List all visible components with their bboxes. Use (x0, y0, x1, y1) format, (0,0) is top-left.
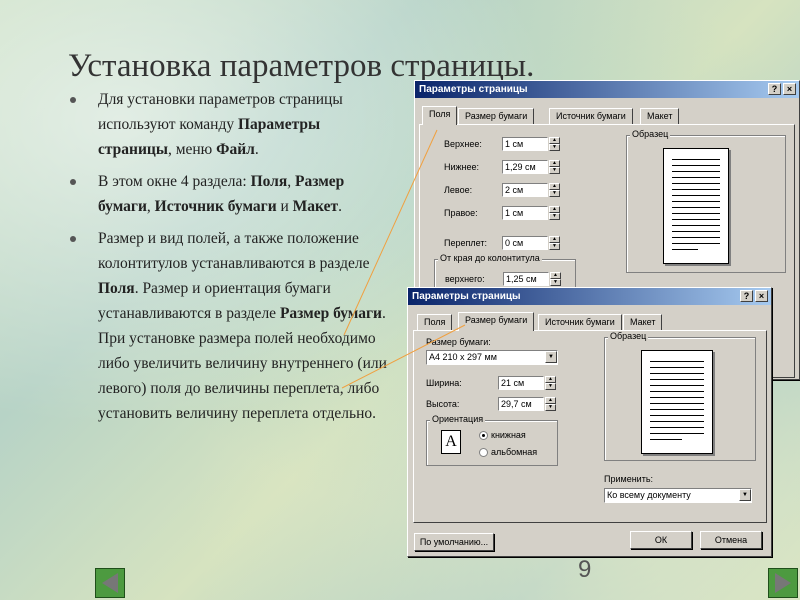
arrow-right-icon (775, 573, 791, 593)
height-label: Высота: (426, 399, 460, 409)
left-margin-spinner[interactable]: ▲ ▼ (549, 183, 560, 197)
header-distance-field[interactable]: 1,25 см (503, 272, 549, 286)
bullet-item: В этом окне 4 раздела: Поля, Размер бума… (70, 169, 388, 219)
left-margin-label: Левое: (444, 185, 473, 195)
dialog-title-bar: Параметры страницы ? × (408, 288, 771, 305)
orientation-a-icon: A (441, 430, 461, 454)
apply-label: Применить: (604, 474, 654, 484)
bullet-dot (70, 179, 76, 185)
width-spinner[interactable]: ▲ ▼ (545, 376, 556, 390)
tab-margins[interactable]: Поля (422, 106, 458, 125)
tab-paper-source[interactable]: Источник бумаги (549, 108, 633, 124)
help-button[interactable]: ? (740, 290, 753, 302)
paper-size-label: Размер бумаги: (426, 337, 491, 347)
bullet-dot (70, 97, 76, 103)
header-distance-group-label: От края до колонтитула (438, 253, 542, 263)
height-spinner[interactable]: ▲ ▼ (545, 397, 556, 411)
tab-paper-size[interactable]: Размер бумаги (458, 108, 535, 124)
width-label: Ширина: (426, 378, 462, 388)
bullet-text: В этом окне 4 раздела: Поля, Размер бума… (98, 173, 345, 215)
top-margin-field[interactable]: 1 см (502, 137, 548, 151)
gutter-field[interactable]: 0 см (502, 236, 548, 250)
help-button[interactable]: ? (768, 83, 781, 95)
dialog-title: Параметры страницы (419, 84, 528, 95)
bottom-margin-field[interactable]: 1,29 см (502, 160, 548, 174)
landscape-radio[interactable] (479, 448, 488, 457)
next-slide-button[interactable] (768, 568, 798, 598)
preview-label: Образец (608, 331, 649, 341)
prev-slide-button[interactable] (95, 568, 125, 598)
orientation-group-label: Ориентация (430, 414, 486, 424)
tab-margins[interactable]: Поля (417, 314, 453, 330)
orientation-group: Ориентация A книжная альбомная (426, 414, 558, 466)
right-margin-label: Правое: (444, 208, 478, 218)
header-distance-label: верхнего: (445, 274, 485, 284)
portrait-label: книжная (491, 430, 526, 440)
close-button[interactable]: × (755, 290, 768, 302)
preview-group: Образец (604, 331, 756, 461)
right-margin-field[interactable]: 1 см (502, 206, 548, 220)
tab-layout[interactable]: Макет (640, 108, 680, 124)
bottom-margin-label: Нижнее: (444, 162, 480, 172)
bullet-text: Для установки параметров страницы исполь… (98, 91, 343, 158)
bullet-list: Для установки параметров страницы исполь… (70, 87, 388, 433)
paper-size-combo[interactable]: A4 210 x 297 мм (426, 350, 558, 365)
bullet-dot (70, 236, 76, 242)
top-margin-label: Верхнее: (444, 139, 482, 149)
default-button[interactable]: По умолчанию... (414, 533, 494, 551)
left-margin-field[interactable]: 2 см (502, 183, 548, 197)
apply-dropdown-icon[interactable]: ▼ (739, 489, 751, 501)
apply-combo[interactable]: Ко всему документу (604, 488, 752, 503)
bottom-margin-spinner[interactable]: ▲ ▼ (549, 160, 560, 174)
header-distance-spinner[interactable]: ▲ ▼ (550, 272, 561, 286)
dialog-title: Параметры страницы (412, 291, 521, 302)
right-margin-spinner[interactable]: ▲ ▼ (549, 206, 560, 220)
tab-paper-source[interactable]: Источник бумаги (538, 314, 622, 330)
cancel-button[interactable]: Отмена (700, 531, 762, 549)
top-margin-spinner[interactable]: ▲ ▼ (549, 137, 560, 151)
tab-paper-size[interactable]: Размер бумаги (458, 312, 535, 331)
bullet-text: Размер и вид полей, а также положение ко… (98, 230, 387, 422)
arrow-left-icon (102, 573, 118, 593)
preview-label: Образец (630, 129, 671, 139)
dialog-title-bar: Параметры страницы ? × (415, 81, 799, 98)
bullet-item: Размер и вид полей, а также положение ко… (70, 226, 388, 426)
close-button[interactable]: × (783, 83, 796, 95)
page-setup-dialog-paper: Параметры страницы ? × Поля Размер бумаг… (407, 287, 772, 557)
portrait-radio[interactable] (479, 431, 488, 440)
height-field[interactable]: 29,7 см (498, 397, 544, 411)
gutter-label: Переплет: (444, 238, 487, 248)
preview-group: Образец (626, 129, 786, 273)
page-preview (641, 350, 713, 454)
ok-button[interactable]: ОК (630, 531, 692, 549)
tab-layout[interactable]: Макет (623, 314, 663, 330)
gutter-spinner[interactable]: ▲ ▼ (549, 236, 560, 250)
paper-size-dropdown-icon[interactable]: ▼ (545, 351, 557, 363)
landscape-label: альбомная (491, 447, 538, 457)
tab-panel: Размер бумаги: A4 210 x 297 мм ▼ Ширина:… (413, 330, 767, 523)
bullet-item: Для установки параметров страницы исполь… (70, 87, 388, 162)
page-number: 9 (578, 556, 592, 583)
width-field[interactable]: 21 см (498, 376, 544, 390)
page-preview (663, 148, 729, 264)
